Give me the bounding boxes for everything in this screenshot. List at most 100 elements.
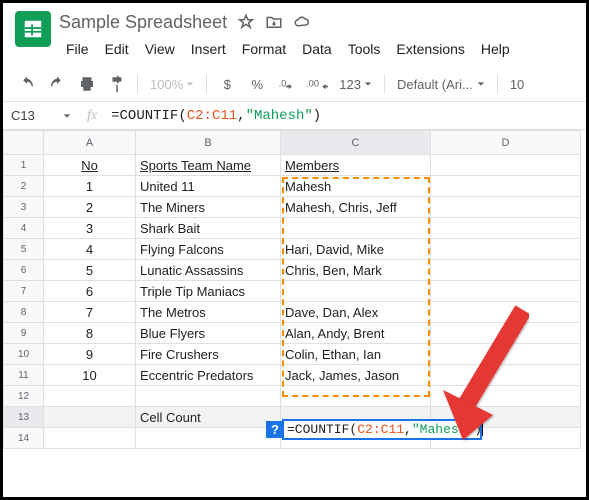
cell-c1[interactable]: Members [281,155,431,176]
cell[interactable] [431,365,581,386]
row-header-14[interactable]: 14 [4,428,44,449]
percent-button[interactable]: % [243,71,271,97]
paint-format-button[interactable] [103,71,131,97]
cell[interactable]: Alan, Andy, Brent [281,323,431,344]
formula-bar[interactable]: =COUNTIF(C2:C11,"Mahesh") [107,108,586,124]
menu-insert[interactable]: Insert [184,37,233,61]
row-header-8[interactable]: 8 [4,302,44,323]
cloud-icon[interactable] [293,13,311,31]
cell[interactable] [431,281,581,302]
cell[interactable] [431,176,581,197]
move-icon[interactable] [265,13,283,31]
cell[interactable]: Blue Flyers [136,323,281,344]
cell-d1[interactable] [431,155,581,176]
row-header-7[interactable]: 7 [4,281,44,302]
cell[interactable]: 6 [44,281,136,302]
cell[interactable]: 3 [44,218,136,239]
menu-edit[interactable]: Edit [98,37,136,61]
menu-format[interactable]: Format [235,37,293,61]
row-header-12[interactable]: 12 [4,386,44,407]
active-cell-editor[interactable]: ? =COUNTIF(C2:C11,"Mahesh") [282,419,482,440]
cell[interactable]: 4 [44,239,136,260]
cell-b1[interactable]: Sports Team Name [136,155,281,176]
cell[interactable] [431,197,581,218]
row-header-5[interactable]: 5 [4,239,44,260]
cell[interactable]: Eccentric Predators [136,365,281,386]
cell[interactable] [431,302,581,323]
cell[interactable]: 7 [44,302,136,323]
zoom-dropdown[interactable]: 100% [144,77,200,92]
cell[interactable]: Triple Tip Maniacs [136,281,281,302]
print-button[interactable] [73,71,101,97]
spreadsheet-grid[interactable]: A B C D 1 No Sports Team Name Members 2 1… [3,130,586,449]
menu-view[interactable]: View [138,37,182,61]
cell[interactable]: The Metros [136,302,281,323]
cell[interactable]: Lunatic Assassins [136,260,281,281]
cell[interactable] [431,323,581,344]
font-dropdown[interactable]: Default (Ari... [391,77,491,92]
cell[interactable] [431,260,581,281]
namebox-dropdown-icon[interactable] [63,108,77,123]
sheets-logo[interactable] [15,11,51,47]
cell[interactable]: United 11 [136,176,281,197]
row-header-13[interactable]: 13 [4,407,44,428]
col-header-b[interactable]: B [136,131,281,155]
cell[interactable] [44,428,136,449]
row-header-9[interactable]: 9 [4,323,44,344]
cell[interactable] [281,218,431,239]
cell[interactable] [281,386,431,407]
cell[interactable]: Jack, James, Jason [281,365,431,386]
cell[interactable] [281,281,431,302]
cell[interactable] [431,218,581,239]
cell[interactable] [431,344,581,365]
fontsize-dropdown[interactable]: 10 [504,77,530,92]
row-header-10[interactable]: 10 [4,344,44,365]
col-header-a[interactable]: A [44,131,136,155]
star-icon[interactable] [237,13,255,31]
cell[interactable] [136,428,281,449]
doc-title[interactable]: Sample Spreadsheet [59,12,227,33]
row-header-6[interactable]: 6 [4,260,44,281]
cell[interactable] [44,386,136,407]
cell[interactable]: The Miners [136,197,281,218]
cell[interactable] [431,239,581,260]
row-header-2[interactable]: 2 [4,176,44,197]
dec-decimal-button[interactable]: .0 [273,71,301,97]
currency-button[interactable]: $ [213,71,241,97]
menu-tools[interactable]: Tools [341,37,388,61]
col-header-c[interactable]: C [281,131,431,155]
cell[interactable] [136,386,281,407]
cell[interactable]: Colin, Ethan, Ian [281,344,431,365]
name-box[interactable]: C13 [3,108,63,123]
cell[interactable]: Fire Crushers [136,344,281,365]
cell-a1[interactable]: No [44,155,136,176]
cell[interactable]: Mahesh [281,176,431,197]
cell[interactable]: Flying Falcons [136,239,281,260]
cell[interactable] [431,386,581,407]
undo-button[interactable] [13,71,41,97]
col-header-d[interactable]: D [431,131,581,155]
cell[interactable]: 10 [44,365,136,386]
cell[interactable]: Mahesh, Chris, Jeff [281,197,431,218]
cell[interactable]: 9 [44,344,136,365]
cell-b13[interactable]: Cell Count [136,407,281,428]
redo-button[interactable] [43,71,71,97]
row-header-1[interactable]: 1 [4,155,44,176]
cell[interactable]: 8 [44,323,136,344]
cell[interactable]: 2 [44,197,136,218]
cell[interactable] [44,407,136,428]
row-header-11[interactable]: 11 [4,365,44,386]
cell[interactable]: 5 [44,260,136,281]
cell[interactable]: Shark Bait [136,218,281,239]
row-header-4[interactable]: 4 [4,218,44,239]
number-format-dropdown[interactable]: 123 [333,77,378,92]
inc-decimal-button[interactable]: .00 [303,71,331,97]
menu-help[interactable]: Help [474,37,517,61]
cell[interactable]: Chris, Ben, Mark [281,260,431,281]
menu-file[interactable]: File [59,37,96,61]
menu-data[interactable]: Data [295,37,339,61]
row-header-3[interactable]: 3 [4,197,44,218]
select-all-corner[interactable] [4,131,44,155]
cell[interactable]: Dave, Dan, Alex [281,302,431,323]
menu-extensions[interactable]: Extensions [389,37,471,61]
